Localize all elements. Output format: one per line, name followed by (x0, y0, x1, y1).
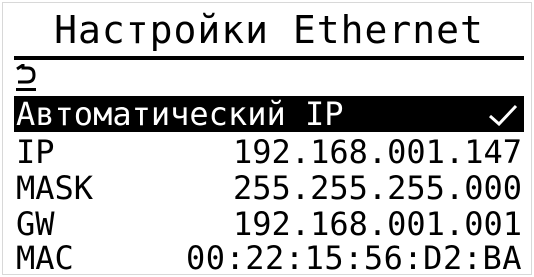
title-underline (14, 56, 524, 60)
lcd-screen: Настройки Ethernet Автоматический IP IP … (0, 0, 534, 277)
mask-row[interactable]: MASK 255.255.255.000 (14, 170, 524, 206)
mask-value: 255.255.255.000 (233, 169, 522, 207)
mask-label: MASK (16, 169, 94, 207)
gateway-row[interactable]: GW 192.168.001.001 (14, 206, 524, 242)
ip-value: 192.168.001.147 (233, 133, 522, 171)
gateway-label: GW (16, 205, 55, 243)
mac-label: MAC (16, 239, 74, 277)
mac-value: 00:22:15:56:D2:BA (185, 239, 522, 277)
checkmark-icon (489, 104, 518, 126)
back-arrow-icon[interactable] (14, 64, 38, 92)
auto-ip-label: Автоматический IP (16, 95, 344, 133)
gateway-value: 192.168.001.001 (233, 205, 522, 243)
mac-row: MAC 00:22:15:56:D2:BA (14, 240, 524, 276)
page-title: Настройки Ethernet (54, 8, 484, 52)
ip-label: IP (16, 133, 55, 171)
ip-row[interactable]: IP 192.168.001.147 (14, 134, 524, 170)
auto-ip-toggle[interactable]: Автоматический IP (14, 96, 524, 132)
